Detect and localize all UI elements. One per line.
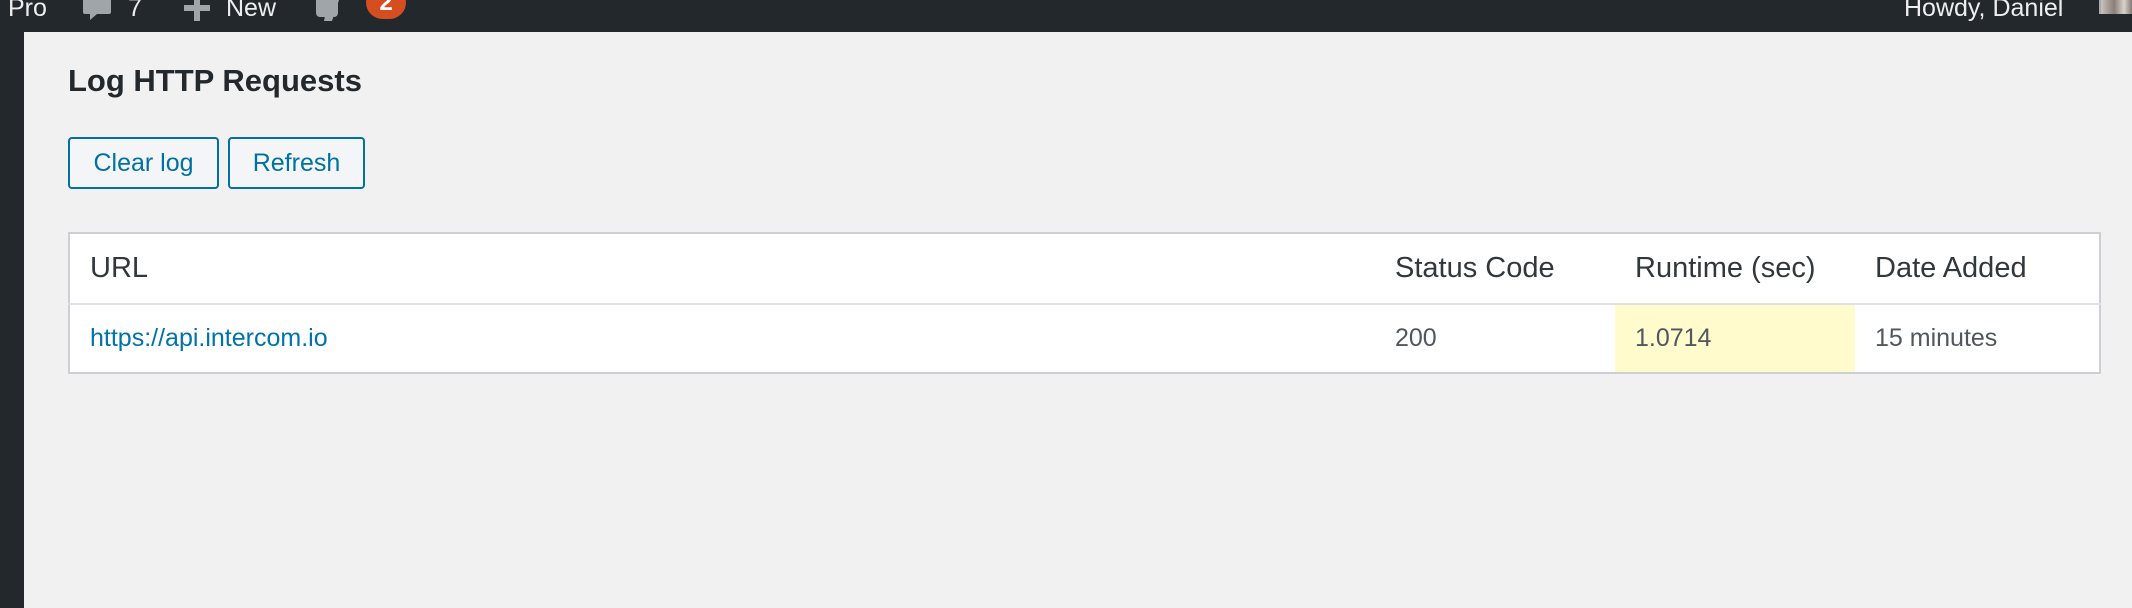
yoast-icon [316,0,352,23]
admin-sidebar [0,32,24,608]
request-url-link[interactable]: https://api.intercom.io [90,324,328,352]
date-added-cell: 15 minutes [1875,324,1998,352]
clear-log-button[interactable]: Clear log [68,137,219,189]
url-cell: https://api.intercom.io [69,304,1375,373]
my-account-menu-item[interactable]: Howdy, Daniel [1904,0,2063,24]
column-header-runtime: Runtime (sec) [1615,233,1855,305]
page-title: Log HTTP Requests [68,63,362,98]
yoast-menu-item[interactable] [316,0,352,24]
status-code-cell: 200 [1395,324,1437,352]
updates-badge: 2 [366,0,406,19]
comments-menu-item[interactable]: 7 [82,0,142,24]
admin-bar: Pro 7 New 2 Howdy, Daniel [0,0,2132,32]
new-content-menu-item[interactable]: New [182,0,276,24]
comments-count: 7 [128,0,142,22]
site-label: Pro [8,0,47,22]
column-header-status: Status Code [1375,233,1615,305]
avatar[interactable] [2099,0,2132,14]
table-row[interactable]: https://api.intercom.io 200 1.0714 15 mi… [69,304,2100,373]
runtime-cell: 1.0714 [1615,304,1855,373]
new-label: New [226,0,277,22]
column-header-url: URL [69,233,1375,305]
comment-icon [82,0,112,23]
refresh-button[interactable]: Refresh [228,137,365,189]
column-header-date: Date Added [1855,233,2100,305]
plus-icon [182,0,212,23]
table-header-row: URL Status Code Runtime (sec) Date Added [69,233,2100,305]
http-log-table: URL Status Code Runtime (sec) Date Added… [68,232,2101,374]
site-menu-item[interactable]: Pro [8,0,47,24]
greeting-text: Howdy, Daniel [1904,0,2064,22]
main-content: Log HTTP Requests Clear log Refresh URL … [24,32,2132,608]
